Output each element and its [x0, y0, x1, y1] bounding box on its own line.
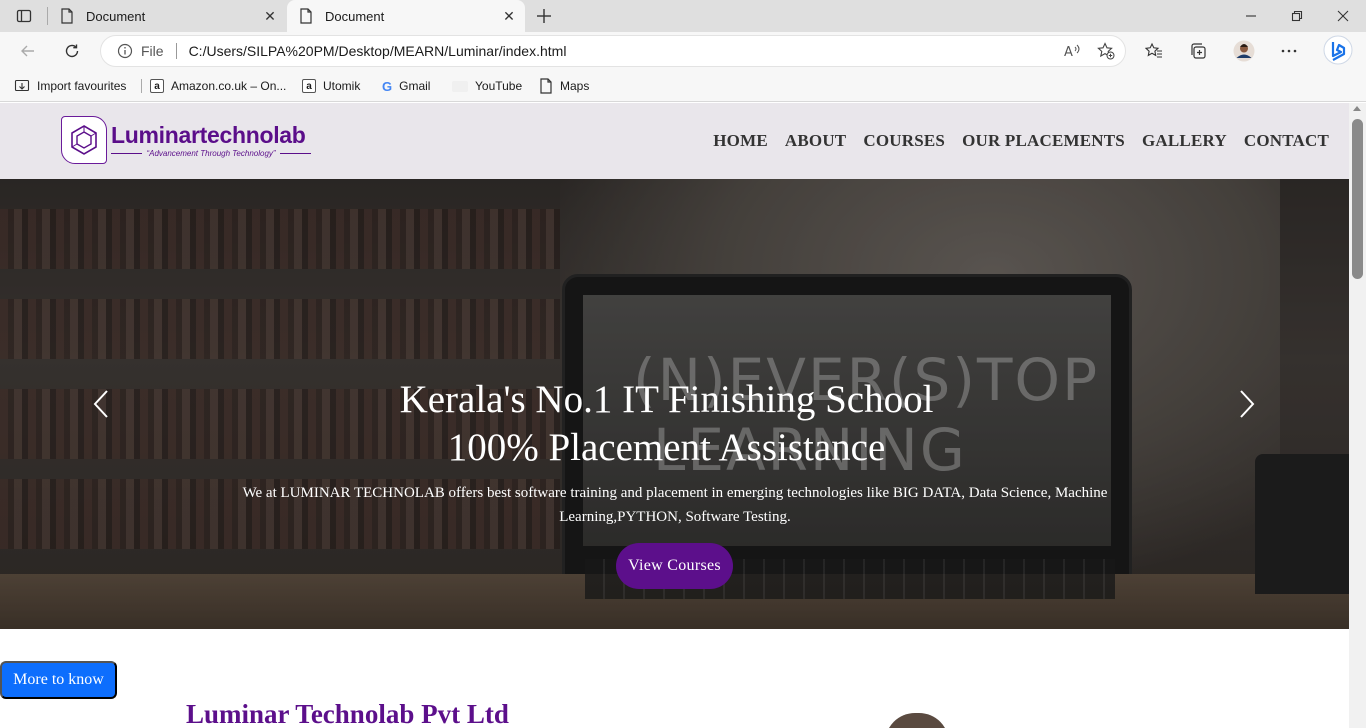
person-head-shape [885, 713, 949, 728]
window-close-button[interactable] [1320, 0, 1366, 32]
logo-name: Luminartechnolab [111, 122, 306, 148]
nav-about[interactable]: ABOUT [785, 131, 846, 151]
more-dots-icon [1281, 49, 1297, 53]
read-aloud-icon[interactable]: A [1063, 42, 1081, 63]
bookmark-maps[interactable]: Maps [539, 76, 589, 96]
scroll-up-arrow-icon[interactable] [1353, 106, 1361, 111]
bookmark-label: Amazon.co.uk – On... [171, 79, 287, 93]
bookmark-gmail[interactable]: G Gmail [382, 76, 430, 96]
page-icon [60, 8, 76, 24]
minimize-button[interactable] [1228, 0, 1274, 32]
refresh-icon [65, 44, 79, 58]
nav-courses[interactable]: COURSES [863, 131, 945, 151]
nav-home[interactable]: HOME [713, 131, 768, 151]
amazon-icon: a [302, 79, 316, 93]
svg-text:A: A [1064, 45, 1073, 60]
import-icon [14, 79, 30, 92]
tab-actions-icon [16, 9, 32, 23]
back-arrow-icon [21, 45, 34, 57]
more-to-know-button[interactable]: More to know [0, 661, 117, 699]
tagline-text: “Advancement Through Technology” [146, 149, 276, 158]
nav-gallery[interactable]: GALLERY [1142, 131, 1227, 151]
add-favourite-icon[interactable] [1097, 42, 1115, 63]
logo-mark [61, 116, 107, 164]
restore-button[interactable] [1274, 0, 1320, 32]
logo-tagline: “Advancement Through Technology” [111, 149, 311, 158]
bookmark-label: Gmail [399, 79, 431, 93]
bing-copilot-button[interactable] [1322, 34, 1354, 66]
plus-icon [537, 9, 551, 23]
bookmark-label: Maps [560, 79, 590, 93]
hero-title-line: 100% Placement Assistance [447, 426, 886, 469]
google-icon: G [382, 78, 393, 94]
site-header: Luminartechnolab “Advancement Through Te… [0, 103, 1349, 179]
avatar-icon [1233, 40, 1255, 62]
hero-carousel: (N)EVER(S)TOP LEARNING Kerala's No.1 IT … [0, 179, 1349, 629]
youtube-icon [452, 80, 468, 92]
view-courses-button[interactable]: View Courses [616, 543, 733, 589]
browser-tab-strip: Document ✕ Document ✕ [0, 0, 1366, 32]
url-text[interactable]: C:/Users/SILPA%20PM/Desktop/MEARN/Lumina… [189, 43, 567, 59]
more-menu-button[interactable] [1275, 37, 1303, 65]
page-scrollbar[interactable] [1349, 103, 1366, 728]
bookmark-separator [141, 79, 142, 93]
page-icon [299, 8, 315, 24]
browser-tab-1[interactable]: Document ✕ [48, 0, 286, 32]
minimize-icon [1246, 15, 1256, 17]
scheme-label: File [141, 43, 164, 59]
bookmark-youtube[interactable]: YouTube [452, 76, 522, 96]
company-heading: Luminar Technolab Pvt Ltd [186, 699, 509, 728]
hero-title: Kerala's No.1 IT Finishing School 100% P… [0, 376, 1333, 472]
site-logo[interactable]: Luminartechnolab “Advancement Through Te… [61, 116, 313, 164]
tagline-rule [111, 153, 143, 154]
amazon-icon: a [150, 79, 164, 93]
close-icon[interactable]: ✕ [501, 8, 517, 24]
close-icon[interactable]: ✕ [262, 8, 278, 24]
profile-avatar[interactable] [1230, 37, 1258, 65]
hero-title-line: Kerala's No.1 IT Finishing School [399, 378, 934, 421]
bookmark-amazon[interactable]: a Amazon.co.uk – On... [150, 76, 286, 96]
bookmark-import-favourites[interactable]: Import favourites [14, 76, 126, 96]
refresh-button[interactable] [58, 37, 86, 65]
info-icon[interactable] [117, 43, 133, 59]
tab-title: Document [325, 8, 385, 24]
bing-icon [1323, 35, 1353, 65]
collections-icon [1191, 43, 1206, 59]
hero-description: We at LUMINAR TECHNOLAB offers best soft… [242, 485, 1108, 525]
favourites-icon [1145, 42, 1162, 58]
favourites-button[interactable] [1140, 37, 1168, 65]
about-image [800, 699, 1090, 728]
address-separator [175, 43, 177, 59]
nav-our-placements[interactable]: OUR PLACEMENTS [962, 131, 1125, 151]
bookmark-label: Import favourites [37, 79, 127, 93]
tab-title: Document [86, 8, 146, 24]
browser-tab-2-active[interactable]: Document ✕ [287, 0, 525, 32]
back-button[interactable] [14, 37, 42, 65]
address-bar[interactable]: File C:/Users/SILPA%20PM/Desktop/MEARN/L… [100, 35, 1126, 67]
bookmark-utomik[interactable]: a Utomik [302, 76, 360, 96]
new-tab-button[interactable] [533, 6, 555, 26]
main-nav: HOME ABOUT COURSES OUR PLACEMENTS GALLER… [713, 131, 1329, 151]
hexagon-logo-icon [71, 125, 97, 155]
close-icon [1337, 10, 1349, 22]
browser-toolbar: File C:/Users/SILPA%20PM/Desktop/MEARN/L… [0, 32, 1366, 70]
page-icon [540, 78, 552, 94]
bookmark-label: YouTube [475, 79, 523, 93]
scroll-thumb[interactable] [1352, 119, 1363, 279]
tagline-rule [279, 153, 311, 154]
collections-button[interactable] [1184, 37, 1212, 65]
bookmarks-bar: Import favourites a Amazon.co.uk – On...… [0, 70, 1366, 102]
restore-icon [1291, 10, 1303, 22]
nav-contact[interactable]: CONTACT [1244, 131, 1329, 151]
tab-actions-button[interactable] [6, 4, 42, 28]
web-page: Luminartechnolab “Advancement Through Te… [0, 103, 1349, 728]
bookmark-label: Utomik [323, 79, 361, 93]
